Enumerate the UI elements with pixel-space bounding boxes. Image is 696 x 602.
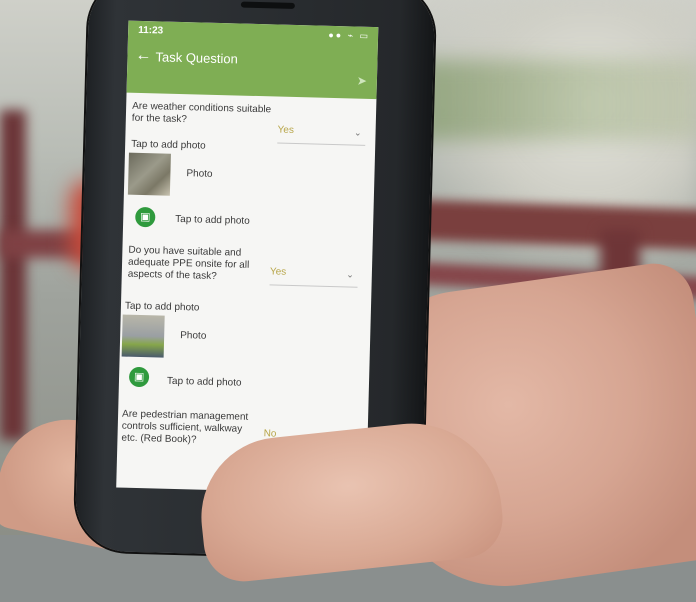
tap-to-add-photo-label[interactable]: Tap to add photo xyxy=(131,139,206,152)
phone-speaker xyxy=(240,1,295,9)
chevron-down-icon: ⌄ xyxy=(346,269,354,280)
send-icon[interactable]: ➤ xyxy=(357,74,367,88)
question-text: Are weather conditions suitable for the … xyxy=(131,100,272,126)
photo-label: Photo xyxy=(186,168,213,180)
status-time: 11:23 xyxy=(138,24,164,37)
photo-thumbnail[interactable] xyxy=(127,152,171,196)
answer-select[interactable]: Yes ⌄ xyxy=(277,124,366,146)
camera-icon[interactable]: ▣ xyxy=(135,206,156,228)
background-foliage xyxy=(420,60,696,140)
app-header: 11:23 ●● ⌁ ▭ ← Task Question ➤ xyxy=(126,20,379,100)
arrow-left-icon[interactable]: ← xyxy=(135,47,151,65)
phone-screen: 11:23 ●● ⌁ ▭ ← Task Question ➤ Are weath… xyxy=(116,20,379,494)
status-icons: ●● ⌁ ▭ xyxy=(328,29,371,41)
answer-value: Yes xyxy=(277,124,295,136)
chevron-down-icon: ⌄ xyxy=(353,127,362,138)
photo-thumbnail[interactable] xyxy=(121,314,165,358)
page-title: Task Question xyxy=(155,49,239,67)
add-photo-button[interactable]: Tap to add photo xyxy=(167,376,242,389)
tap-to-add-photo-label[interactable]: Tap to add photo xyxy=(125,301,200,314)
answer-value: Yes xyxy=(269,266,287,278)
background-fence-post-left xyxy=(0,110,26,440)
camera-icon[interactable]: ▣ xyxy=(128,366,150,388)
add-photo-button[interactable]: Tap to add photo xyxy=(175,214,250,227)
question-text: Are pedestrian management controls suffi… xyxy=(121,408,249,446)
photo-label: Photo xyxy=(180,330,207,342)
answer-select[interactable]: Yes ⌄ xyxy=(269,266,359,288)
question-text: Do you have suitable and adequate PPE on… xyxy=(127,244,250,282)
